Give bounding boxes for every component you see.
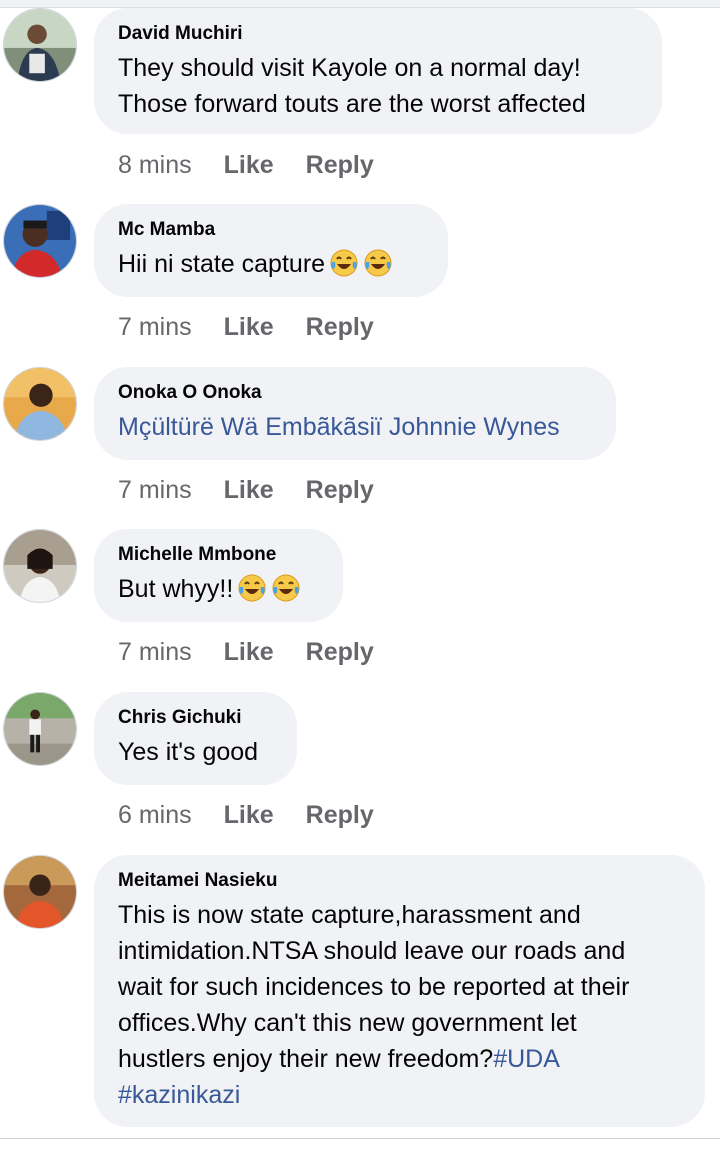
comment-text-line: #kazinikazi — [118, 1077, 681, 1113]
like-button[interactable]: Like — [224, 801, 274, 829]
comment-author[interactable]: Meitamei Nasieku — [118, 869, 681, 893]
reply-button[interactable]: Reply — [306, 151, 374, 179]
comment-bubble: David Muchiri They should visit Kayole o… — [94, 8, 662, 134]
avatar[interactable] — [3, 529, 77, 603]
avatar-photo — [4, 205, 76, 277]
top-divider — [0, 0, 720, 8]
avatar[interactable] — [3, 204, 77, 278]
comment-text-line: intimidation.NTSA should leave our roads… — [118, 937, 626, 965]
comment-meta: 8 mins Like Reply — [118, 150, 374, 180]
like-button[interactable]: Like — [224, 638, 274, 666]
comment-author[interactable]: Michelle Mmbone — [118, 543, 319, 567]
laughing-tears-emoji-icon — [364, 249, 392, 277]
laughing-tears-emoji-icon — [330, 249, 358, 277]
comment-text-line: Those forward touts are the worst affect… — [118, 90, 586, 118]
avatar-photo — [4, 9, 76, 81]
comment-text-line: This is now state capture,harassment and — [118, 901, 581, 929]
comment-time[interactable]: 6 mins — [118, 801, 192, 829]
comment-text: This is now state capture,harassment and… — [118, 897, 681, 1113]
comment-text-line: offices.Why can't this new government le… — [118, 1009, 577, 1037]
comment-text-line: wait for such incidences to be reported … — [118, 973, 630, 1001]
comment-author[interactable]: Mc Mamba — [118, 218, 424, 242]
comment-bubble: Onoka O Onoka Mçültürë Wä Embãkãsiï John… — [94, 367, 616, 460]
comment-bubble: Michelle Mmbone But whyy!! — [94, 529, 343, 622]
comment-meta: 7 mins Like Reply — [118, 312, 374, 342]
comment-time[interactable]: 7 mins — [118, 638, 192, 666]
comment-bubble: Mc Mamba Hii ni state capture — [94, 204, 448, 297]
comment-text: They should visit Kayole on a normal day… — [118, 50, 638, 122]
avatar-photo — [4, 368, 76, 440]
comment-meta: 7 mins Like Reply — [118, 475, 374, 505]
reply-button[interactable]: Reply — [306, 801, 374, 829]
reply-button[interactable]: Reply — [306, 638, 374, 666]
hashtag-link[interactable]: #UDA — [493, 1045, 560, 1073]
comment-text-line: hustlers enjoy their new freedom?#UDA — [118, 1041, 681, 1077]
avatar-photo — [4, 693, 76, 765]
avatar-photo — [4, 530, 76, 602]
like-button[interactable]: Like — [224, 476, 274, 504]
comment-text: Hii ni state capture — [118, 246, 424, 282]
comment-bubble: Meitamei Nasieku This is now state captu… — [94, 855, 705, 1127]
comment-time[interactable]: 8 mins — [118, 151, 192, 179]
comment-time[interactable]: 7 mins — [118, 476, 192, 504]
comment-text-content: hustlers enjoy their new freedom? — [118, 1045, 494, 1073]
avatar[interactable] — [3, 855, 77, 929]
reply-button[interactable]: Reply — [306, 313, 374, 341]
tagged-user-link[interactable]: Mçültürë Wä Embãkãsiï Johnnie Wynes — [118, 409, 592, 445]
laughing-tears-emoji-icon — [238, 574, 266, 602]
avatar[interactable] — [3, 367, 77, 441]
comment-meta: 7 mins Like Reply — [118, 637, 374, 667]
reply-button[interactable]: Reply — [306, 476, 374, 504]
comment-author[interactable]: Onoka O Onoka — [118, 381, 592, 405]
comment-bubble: Chris Gichuki Yes it's good — [94, 692, 297, 785]
comment-meta: 6 mins Like Reply — [118, 800, 374, 830]
avatar[interactable] — [3, 692, 77, 766]
comment-author[interactable]: Chris Gichuki — [118, 706, 273, 730]
hashtag-link[interactable]: #kazinikazi — [118, 1081, 240, 1109]
comment-text-line: They should visit Kayole on a normal day… — [118, 54, 581, 82]
bottom-divider — [0, 1138, 720, 1139]
comment-text: Yes it's good — [118, 738, 259, 766]
avatar[interactable] — [3, 8, 77, 82]
like-button[interactable]: Like — [224, 151, 274, 179]
comment-text-content: Hii ni state capture — [118, 250, 326, 278]
comment-text-content: But whyy!! — [118, 575, 234, 603]
avatar-photo — [4, 856, 76, 928]
comment-author[interactable]: David Muchiri — [118, 22, 638, 46]
laughing-tears-emoji-icon — [272, 574, 300, 602]
comment-text: But whyy!! — [118, 571, 319, 607]
comment-time[interactable]: 7 mins — [118, 313, 192, 341]
like-button[interactable]: Like — [224, 313, 274, 341]
